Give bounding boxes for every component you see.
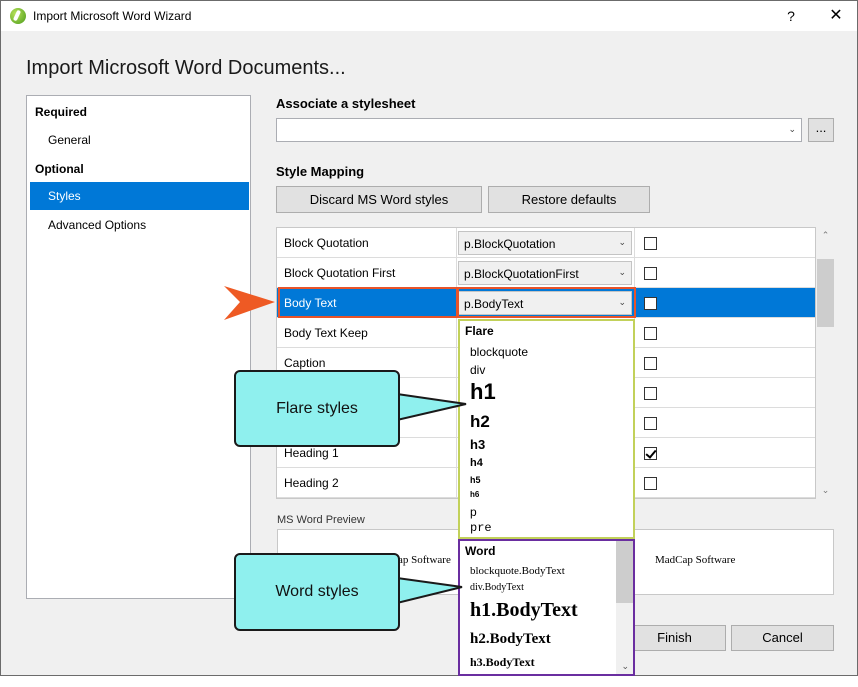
arrow-pointer-icon bbox=[224, 286, 275, 320]
flare-styles-callout: Flare styles bbox=[234, 370, 400, 447]
annotation-overlay bbox=[224, 286, 467, 605]
flare-callout-pointer bbox=[396, 392, 467, 422]
word-callout-pointer bbox=[396, 576, 463, 605]
word-styles-callout: Word styles bbox=[234, 553, 400, 631]
